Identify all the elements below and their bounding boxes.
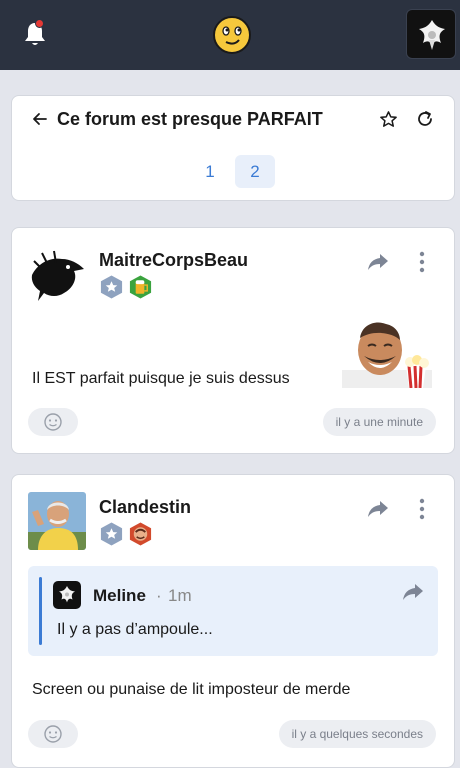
- reaction-button[interactable]: [28, 408, 78, 436]
- quoted-message[interactable]: Meline · 1m Il y a pas d’ampoule...: [28, 566, 438, 656]
- reaction-button[interactable]: [28, 720, 78, 748]
- avatar[interactable]: [28, 245, 86, 303]
- more-options-icon[interactable]: [418, 251, 426, 273]
- user-avatar-button[interactable]: [406, 9, 456, 59]
- quote-avatar: [53, 581, 81, 609]
- quote-bar: [39, 577, 42, 645]
- notification-dot: [35, 19, 44, 28]
- quote-time: 1m: [168, 586, 192, 605]
- post-card: MaitreCorpsBeau Il EST parfait puisque j…: [11, 227, 455, 454]
- share-icon[interactable]: [367, 252, 389, 272]
- post-body-text: Screen ou punaise de lit imposteur de me…: [32, 681, 351, 698]
- star-rank-badge-icon: [100, 522, 123, 546]
- face-badge-icon: [129, 522, 152, 546]
- page-button-1[interactable]: 1: [190, 155, 230, 188]
- old-man-avatar-icon: [28, 492, 86, 550]
- share-icon[interactable]: [367, 499, 389, 519]
- beer-badge-icon: [129, 275, 152, 299]
- topic-header-card: Ce forum est presque PARFAIT 1 2: [11, 95, 455, 201]
- back-arrow-icon[interactable]: [32, 111, 48, 127]
- avatar[interactable]: [28, 492, 86, 550]
- refresh-icon[interactable]: [416, 110, 434, 128]
- star-rank-badge-icon: [100, 275, 123, 299]
- post-timestamp: il y a une minute: [322, 408, 436, 436]
- star-icon[interactable]: [379, 110, 398, 129]
- crow-avatar-icon: [28, 245, 86, 303]
- share-icon[interactable]: [402, 582, 424, 602]
- add-reaction-smiley-icon: [44, 725, 62, 743]
- laughing-man-popcorn-sticker-icon: [342, 322, 432, 388]
- more-options-icon[interactable]: [418, 498, 426, 520]
- quote-author[interactable]: Meline: [93, 586, 146, 606]
- top-bar: [0, 0, 460, 70]
- page-button-2-current[interactable]: 2: [235, 155, 275, 188]
- post-author[interactable]: Clandestin: [99, 497, 191, 518]
- orchid-avatar-icon: [419, 20, 445, 50]
- smiley-logo-icon[interactable]: [212, 15, 252, 55]
- quote-text: Il y a pas d’ampoule...: [57, 621, 213, 638]
- post-card: Clandestin Meline · 1m Il y a pas d’ampo…: [11, 474, 455, 768]
- post-timestamp: il y a quelques secondes: [278, 720, 436, 748]
- orchid-avatar-icon: [59, 586, 75, 603]
- quote-separator: ·: [156, 586, 162, 605]
- post-author[interactable]: MaitreCorpsBeau: [99, 250, 248, 271]
- add-reaction-smiley-icon: [44, 413, 62, 431]
- post-body-text: Il EST parfait puisque je suis dessus: [32, 370, 290, 387]
- topic-title: Ce forum est presque PARFAIT: [57, 109, 323, 129]
